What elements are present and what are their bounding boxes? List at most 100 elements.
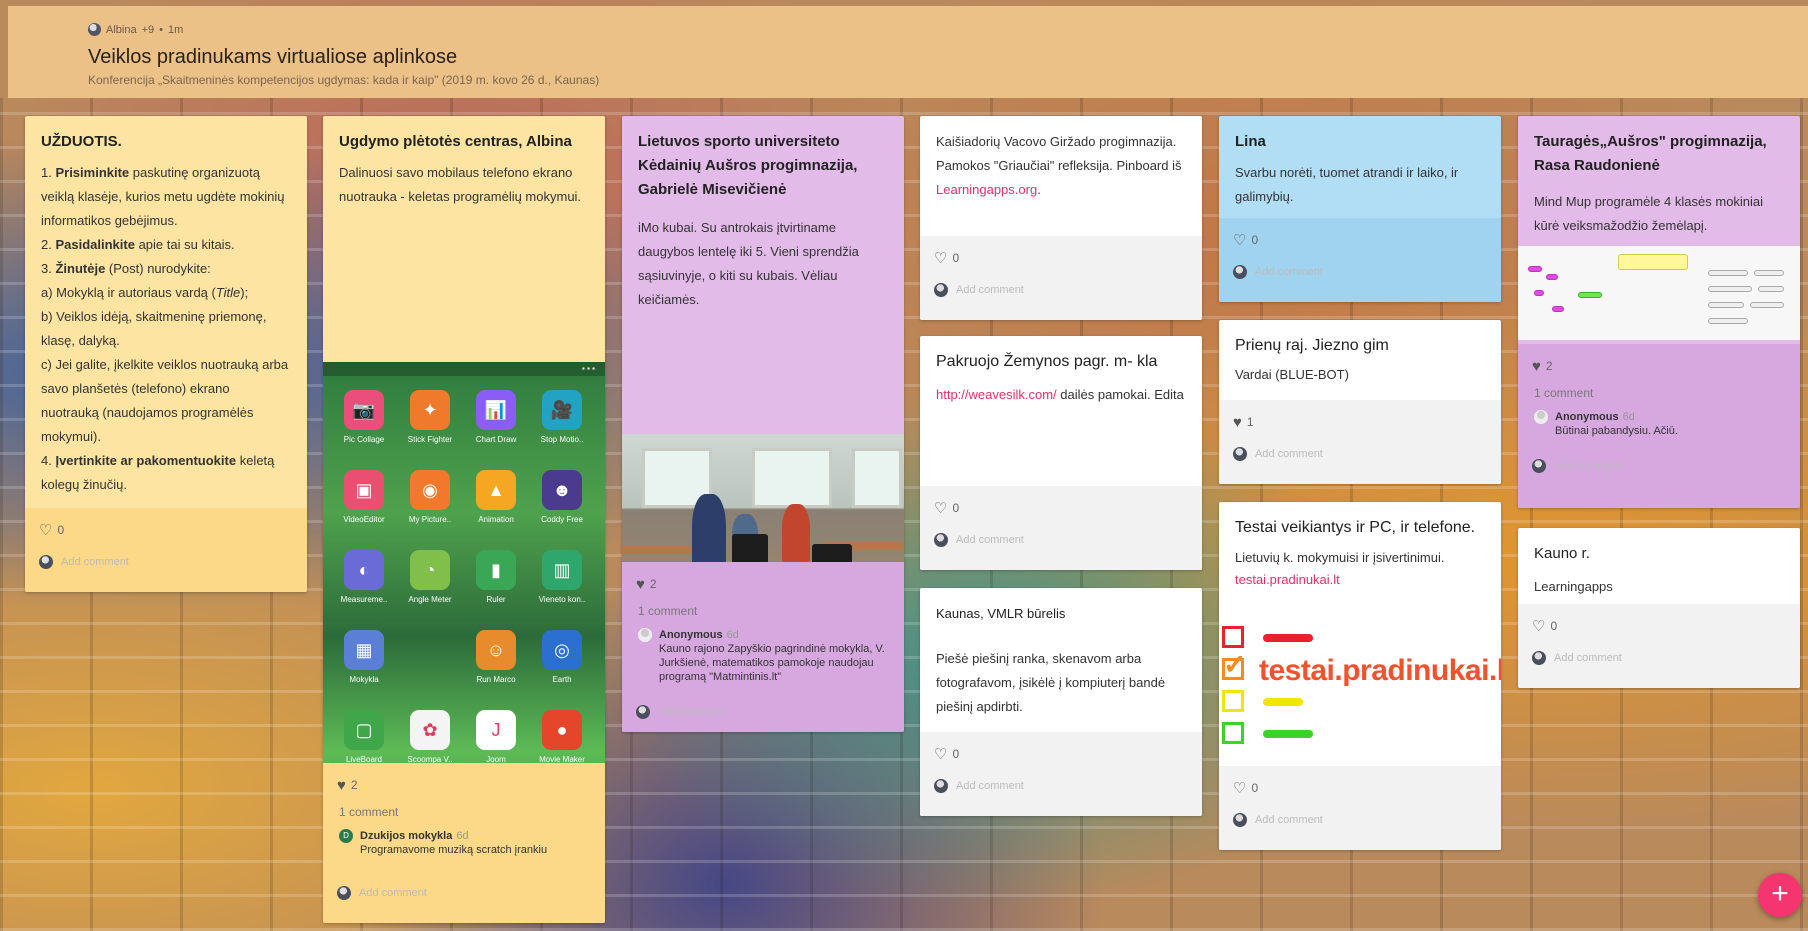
post-card-kauno-r[interactable]: Kauno r. Learningapps ♡ 0 Add comment xyxy=(1518,528,1800,688)
add-post-button[interactable]: + xyxy=(1758,873,1802,917)
heart-filled-icon[interactable]: ♥ xyxy=(1233,414,1242,431)
add-comment[interactable]: Add comment xyxy=(323,875,605,911)
list-number: 4. xyxy=(41,453,56,468)
add-comment[interactable]: Add comment xyxy=(1219,436,1501,472)
comment-count[interactable]: 1 comment xyxy=(323,799,605,829)
comment-author: Anonymous xyxy=(659,629,723,641)
like-count: 2 xyxy=(1545,359,1553,373)
app-label: Vieneto kon.. xyxy=(538,595,586,604)
app-icon: ☺ xyxy=(476,630,516,670)
post-title: Pakruojo Žemynos pagr. m- kla xyxy=(936,353,1158,370)
avatar xyxy=(1233,265,1247,279)
post-card-task[interactable]: UŽDUOTIS. 1. Prisiminkite paskutinę orga… xyxy=(25,116,307,592)
add-comment-label: Add comment xyxy=(658,706,726,718)
post-card-taurages[interactable]: Tauragės„Aušros" progimnazija, Rasa Raud… xyxy=(1518,116,1800,508)
heart-outline-icon[interactable]: ♡ xyxy=(934,745,947,763)
mindmap-image[interactable] xyxy=(1518,246,1800,340)
text: Kaišiadorių Vacovo Giržado progimnazija.… xyxy=(936,134,1182,173)
testai-logo-image[interactable]: ✓ testai.pradinukai.lt xyxy=(1219,620,1501,780)
app-label: Run Marco xyxy=(476,675,516,684)
text: ); xyxy=(240,285,249,300)
app-icon: ▢ xyxy=(344,710,384,750)
phone-app: 🎥 Stop Motio.. xyxy=(529,390,595,444)
app-label: VideoEditor xyxy=(343,515,385,524)
heart-outline-icon[interactable]: ♡ xyxy=(934,499,947,517)
add-comment-label: Add comment xyxy=(1255,814,1323,826)
like-count: 0 xyxy=(952,251,960,265)
heart-outline-icon[interactable]: ♡ xyxy=(934,249,947,267)
phone-app: ☻ Coddy Free xyxy=(529,470,595,524)
heart-filled-icon[interactable]: ♥ xyxy=(1532,358,1541,375)
app-icon: ▮ xyxy=(476,550,516,590)
app-icon: ☻ xyxy=(542,470,582,510)
app-label: My Picture.. xyxy=(408,515,452,524)
post-card-prienu[interactable]: Prienų raj. Jiezno gim Vardai (BLUE-BOT)… xyxy=(1219,320,1501,484)
author-name[interactable]: Albina xyxy=(106,24,137,36)
heart-filled-icon[interactable]: ♥ xyxy=(337,777,346,794)
author-avatar xyxy=(88,23,101,36)
post-card-kaunas-vmlr[interactable]: Kaunas, VMLR būrelis Piešė piešinį ranka… xyxy=(920,588,1202,816)
app-label: Animation xyxy=(478,515,514,524)
text: b) Veiklos idėją, skaitmeninę priemonę, … xyxy=(41,309,267,348)
like-count: 1 xyxy=(1246,415,1254,429)
add-comment[interactable]: Add comment xyxy=(920,522,1202,558)
app-icon: ● xyxy=(542,710,582,750)
add-comment[interactable]: Add comment xyxy=(1518,448,1800,484)
phone-app: ▣ VideoEditor xyxy=(331,470,397,524)
app-icon: ✿ xyxy=(410,710,450,750)
testai-link[interactable]: testai.pradinukai.lt xyxy=(1235,569,1485,591)
post-footer: ♥ 2 1 comment Anonymous 6d Būtinai pabandy… xyxy=(1518,344,1800,508)
heart-outline-icon[interactable]: ♡ xyxy=(1532,617,1545,635)
phone-app: ▲ Animation xyxy=(463,470,529,524)
add-comment-label: Add comment xyxy=(956,284,1024,296)
add-comment[interactable]: Add comment xyxy=(1518,640,1800,676)
text: a) Mokyklą ir autoriaus vardą ( xyxy=(41,285,216,300)
board-title: Veiklos pradinukams virtualiose aplinkos… xyxy=(88,46,458,68)
like-count: 0 xyxy=(952,747,960,761)
heart-filled-icon[interactable]: ♥ xyxy=(636,576,645,593)
avatar xyxy=(1532,651,1546,665)
learningapps-link[interactable]: Learningapps.org xyxy=(936,182,1037,197)
list-number: 3. xyxy=(41,261,56,276)
post-body: Dalinuosi savo mobilaus telefono ekrano … xyxy=(339,165,582,204)
post-title: Kaunas, VMLR būrelis xyxy=(936,606,1066,621)
phone-app: 📷 Pic Collage xyxy=(331,390,397,444)
text: apie tai su kitais. xyxy=(134,237,235,252)
phone-app: ✦ Stick Fighter xyxy=(397,390,463,444)
app-icon: ◉ xyxy=(410,470,450,510)
weavesilk-link[interactable]: http://weavesilk.com/ xyxy=(936,387,1057,402)
heart-outline-icon[interactable]: ♡ xyxy=(1233,779,1246,797)
post-body: iMo kubai. Su antrokais įtvirtiname daug… xyxy=(638,220,859,307)
avatar xyxy=(39,555,53,569)
contributors-count[interactable]: +9 xyxy=(142,24,155,36)
comment-count[interactable]: 1 comment xyxy=(1518,380,1800,410)
add-comment[interactable]: Add comment xyxy=(25,544,307,580)
phone-app: ◐ Measureme.. xyxy=(331,550,397,604)
post-footer: ♡ 0 Add comment xyxy=(1219,766,1501,850)
text: dailės pamokai. Edita xyxy=(1056,387,1184,402)
heart-outline-icon[interactable]: ♡ xyxy=(39,521,52,539)
post-card-lsu[interactable]: Lietuvos sporto universiteto Kėdainių Au… xyxy=(622,116,904,732)
add-comment[interactable]: Add comment xyxy=(920,272,1202,308)
post-card-pakruojo[interactable]: Pakruojo Žemynos pagr. m- kla http://wea… xyxy=(920,336,1202,570)
heart-outline-icon[interactable]: ♡ xyxy=(1233,231,1246,249)
bold-text: Įvertinkite ar pakomentuokite xyxy=(55,453,237,468)
post-card-kaisiadoriu[interactable]: Kaišiadorių Vacovo Giržado progimnazija.… xyxy=(920,116,1202,320)
add-comment[interactable]: Add comment xyxy=(920,768,1202,804)
comment-time: 6d xyxy=(726,629,739,641)
add-comment-label: Add comment xyxy=(956,780,1024,792)
add-comment[interactable]: Add comment xyxy=(622,694,904,730)
post-card-lina[interactable]: Lina Svarbu norėti, tuomet atrandi ir la… xyxy=(1219,116,1501,302)
post-title: Tauragės„Aušros" progimnazija, Rasa Raud… xyxy=(1534,133,1767,174)
post-card-testai[interactable]: Testai veikiantys ir PC, ir telefone. Li… xyxy=(1219,502,1501,850)
comment-count[interactable]: 1 comment xyxy=(622,598,904,628)
board-age: 1m xyxy=(167,23,184,36)
app-icon: 🎥 xyxy=(542,390,582,430)
add-comment[interactable]: Add comment xyxy=(1219,254,1501,290)
app-icon: 📷 xyxy=(344,390,384,430)
add-comment[interactable]: Add comment xyxy=(1219,802,1501,838)
add-comment-label: Add comment xyxy=(1255,266,1323,278)
app-icon: 📊 xyxy=(476,390,516,430)
like-count: 2 xyxy=(350,778,358,792)
post-card-albina[interactable]: Ugdymo plėtotės centras, Albina Dalinuos… xyxy=(323,116,605,923)
